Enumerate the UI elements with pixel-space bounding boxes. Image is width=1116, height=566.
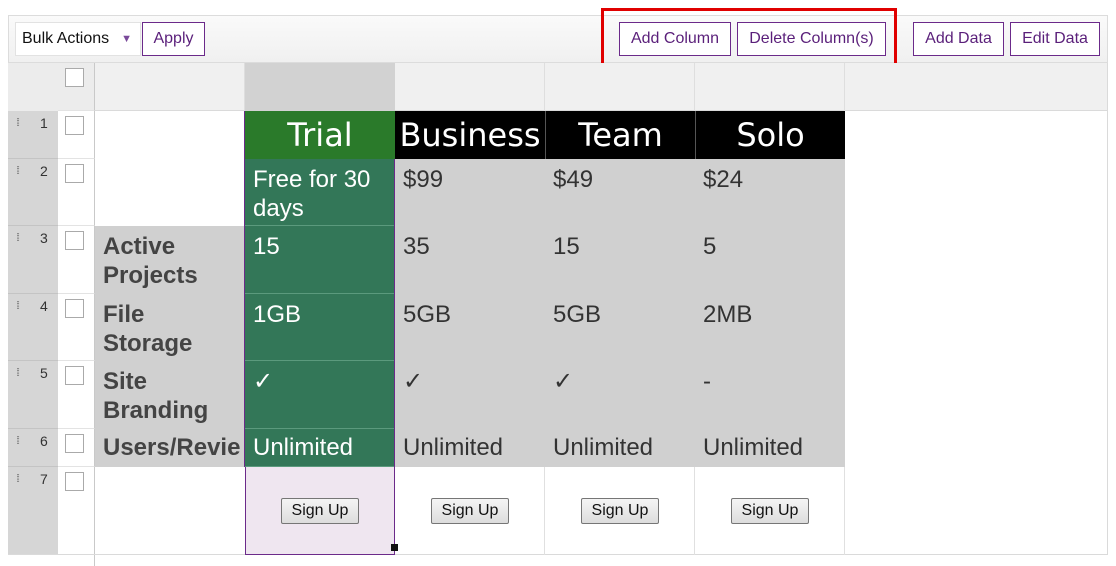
edit-data-button[interactable]: Edit Data xyxy=(1010,22,1100,56)
row-checkbox[interactable] xyxy=(65,472,84,491)
row-checkbox[interactable] xyxy=(65,434,84,453)
trial-users[interactable]: Unlimited xyxy=(245,429,395,467)
label-file-storage[interactable]: File Storage xyxy=(95,294,245,361)
business-storage[interactable]: 5GB xyxy=(395,294,545,361)
business-branding[interactable]: ✓ xyxy=(395,361,545,429)
selection-outline xyxy=(394,159,395,467)
drag-handle-icon[interactable]: ⁞⁞ xyxy=(16,165,20,177)
label-active-projects[interactable]: Active Projects xyxy=(95,226,245,294)
row-number: 2 xyxy=(40,163,48,179)
solo-storage[interactable]: 2MB xyxy=(695,294,845,361)
row-number: 4 xyxy=(40,298,48,314)
row-header[interactable]: ⁞⁞ 3 xyxy=(8,226,58,294)
row-checkbox[interactable] xyxy=(65,366,84,385)
row-number: 6 xyxy=(40,433,48,449)
row-header[interactable]: ⁞⁞ 2 xyxy=(8,159,58,226)
trial-signup-button[interactable]: Sign Up xyxy=(281,498,359,524)
team-projects[interactable]: 15 xyxy=(545,226,695,294)
row-number: 1 xyxy=(40,115,48,131)
drag-handle-icon[interactable]: ⁞⁞ xyxy=(16,117,20,129)
row-header[interactable]: ⁞⁞ 6 xyxy=(8,429,58,467)
business-users[interactable]: Unlimited xyxy=(395,429,545,467)
grid-right-border xyxy=(1107,63,1108,555)
row-select-cell xyxy=(58,159,95,226)
row-checkbox[interactable] xyxy=(65,116,84,135)
team-users[interactable]: Unlimited xyxy=(545,429,695,467)
row-header[interactable]: ⁞⁞ 7 xyxy=(8,467,58,555)
solo-projects[interactable]: 5 xyxy=(695,226,845,294)
toolbar: Bulk Actions ▼ Apply Add Column Delete C… xyxy=(8,15,1108,63)
row-select-cell xyxy=(58,429,95,467)
plan-header-trial[interactable]: Trial xyxy=(245,111,395,159)
drag-handle-icon[interactable]: ⁞⁞ xyxy=(16,367,20,379)
row-number: 5 xyxy=(40,365,48,381)
selection-outline xyxy=(244,111,245,467)
select-all-cell xyxy=(58,63,95,111)
business-price[interactable]: $99 xyxy=(395,159,545,226)
row-checkbox[interactable] xyxy=(65,299,84,318)
row-header[interactable]: ⁞⁞ 1 xyxy=(8,111,58,159)
select-all-checkbox[interactable] xyxy=(65,68,84,87)
plan-header-business[interactable]: Business xyxy=(395,111,545,159)
corner-cell xyxy=(8,63,58,111)
plan-header-team[interactable]: Team xyxy=(545,111,695,159)
add-data-button[interactable]: Add Data xyxy=(913,22,1004,56)
solo-signup-button[interactable]: Sign Up xyxy=(731,498,809,524)
column-header-a[interactable] xyxy=(95,63,245,111)
row-checkbox[interactable] xyxy=(65,231,84,250)
row-select-cell xyxy=(58,111,95,159)
row-number: 3 xyxy=(40,230,48,246)
drag-handle-icon[interactable]: ⁞⁞ xyxy=(16,300,20,312)
row-checkbox[interactable] xyxy=(65,164,84,183)
row-number: 7 xyxy=(40,471,48,487)
chevron-down-icon: ▼ xyxy=(121,33,132,45)
team-price[interactable]: $49 xyxy=(545,159,695,226)
drag-handle-icon[interactable]: ⁞⁞ xyxy=(16,473,20,485)
drag-handle-icon[interactable]: ⁞⁞ xyxy=(16,232,20,244)
business-projects[interactable]: 35 xyxy=(395,226,545,294)
row-header[interactable]: ⁞⁞ 4 xyxy=(8,294,58,361)
column-header-c[interactable] xyxy=(395,63,545,111)
trial-storage[interactable]: 1GB xyxy=(245,294,395,361)
plan-header-solo[interactable]: Solo xyxy=(695,111,845,159)
team-storage[interactable]: 5GB xyxy=(545,294,695,361)
drag-handle-icon[interactable]: ⁞⁞ xyxy=(16,435,20,447)
bulk-actions-label: Bulk Actions xyxy=(22,30,110,47)
row-select-cell xyxy=(58,467,95,566)
solo-users[interactable]: Unlimited xyxy=(695,429,845,467)
row-select-cell xyxy=(58,361,95,429)
resize-handle[interactable] xyxy=(391,544,398,551)
trial-branding[interactable]: ✓ xyxy=(245,361,395,429)
business-signup-button[interactable]: Sign Up xyxy=(431,498,509,524)
row-select-cell xyxy=(58,226,95,294)
team-branding[interactable]: ✓ xyxy=(545,361,695,429)
row-header[interactable]: ⁞⁞ 5 xyxy=(8,361,58,429)
label-site-branding[interactable]: Site Branding xyxy=(95,361,245,429)
row-select-cell xyxy=(58,294,95,361)
trial-price[interactable]: Free for 30 days xyxy=(245,159,395,226)
solo-branding[interactable]: - xyxy=(695,361,845,429)
apply-button[interactable]: Apply xyxy=(142,22,205,56)
bulk-actions-select[interactable]: Bulk Actions ▼ xyxy=(15,22,141,56)
column-header-b[interactable] xyxy=(245,63,395,111)
label-users-reviews[interactable]: Users/Revie xyxy=(95,429,245,467)
trial-projects[interactable]: 15 xyxy=(245,226,395,294)
team-signup-button[interactable]: Sign Up xyxy=(581,498,659,524)
highlight-box xyxy=(601,8,897,68)
solo-price[interactable]: $24 xyxy=(695,159,845,226)
column-header-e[interactable] xyxy=(695,63,845,111)
column-header-d[interactable] xyxy=(545,63,695,111)
